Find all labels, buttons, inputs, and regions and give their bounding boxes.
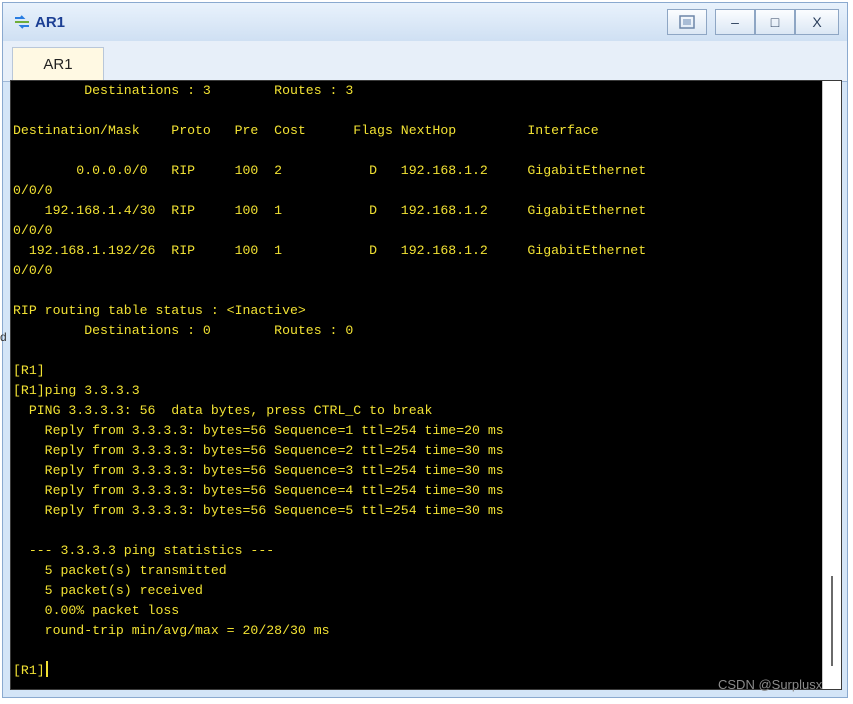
terminal-line: round-trip min/avg/max = 20/28/30 ms	[13, 623, 330, 638]
terminal-line: 0/0/0	[13, 183, 53, 198]
watermark: CSDN @Surplusx	[718, 677, 823, 692]
router-app-icon	[15, 15, 29, 29]
terminal-line: Reply from 3.3.3.3: bytes=56 Sequence=1 …	[13, 423, 504, 438]
scrollbar-thumb[interactable]	[831, 576, 833, 666]
vertical-scrollbar[interactable]	[822, 81, 841, 689]
terminal-line: Reply from 3.3.3.3: bytes=56 Sequence=2 …	[13, 443, 504, 458]
terminal-line: 192.168.1.192/26 RIP 100 1 D 192.168.1.2…	[13, 243, 647, 258]
background-text-fragment: d	[0, 330, 6, 344]
terminal-prompt-line: [R1]	[13, 661, 48, 681]
restore-window-icon	[679, 15, 695, 29]
minimize-icon: –	[731, 14, 739, 30]
maximize-icon: □	[770, 14, 780, 30]
terminal-line: [R1]ping 3.3.3.3	[13, 383, 140, 398]
title-bar[interactable]: AR1 – □ X	[3, 3, 847, 41]
terminal-line: RIP routing table status : <Inactive>	[13, 303, 306, 318]
terminal-line: 0/0/0	[13, 263, 53, 278]
terminal-prompt: [R1]	[13, 663, 45, 678]
terminal-line: 5 packet(s) received	[13, 583, 203, 598]
terminal-line: Reply from 3.3.3.3: bytes=56 Sequence=4 …	[13, 483, 504, 498]
tab-ar1[interactable]: AR1	[12, 47, 104, 81]
terminal-line: Reply from 3.3.3.3: bytes=56 Sequence=5 …	[13, 503, 504, 518]
tab-strip: AR1	[3, 41, 847, 82]
close-icon: X	[812, 14, 822, 30]
terminal-line: Destination/Mask Proto Pre Cost Flags Ne…	[13, 123, 599, 138]
window-title: AR1	[35, 14, 66, 31]
terminal-line: Destinations : 3 Routes : 3	[13, 83, 354, 98]
terminal-line: 5 packet(s) transmitted	[13, 563, 227, 578]
terminal-console[interactable]: Destinations : 3 Routes : 3 Destination/…	[10, 80, 842, 690]
terminal-line: 0/0/0	[13, 223, 53, 238]
terminal-line: 0.00% packet loss	[13, 603, 180, 618]
terminal-line: Destinations : 0 Routes : 0	[13, 323, 354, 338]
restore-window-button[interactable]	[667, 9, 707, 35]
terminal-line: [R1]	[13, 363, 45, 378]
terminal-line: PING 3.3.3.3: 56 data bytes, press CTRL_…	[13, 403, 433, 418]
terminal-line: --- 3.3.3.3 ping statistics ---	[13, 543, 275, 558]
maximize-button[interactable]: □	[755, 9, 795, 35]
text-cursor	[45, 661, 48, 677]
minimize-button[interactable]: –	[715, 9, 755, 35]
terminal-line: Reply from 3.3.3.3: bytes=56 Sequence=3 …	[13, 463, 504, 478]
close-button[interactable]: X	[795, 9, 839, 35]
terminal-line: 192.168.1.4/30 RIP 100 1 D 192.168.1.2 G…	[13, 203, 647, 218]
terminal-line: 0.0.0.0/0 RIP 100 2 D 192.168.1.2 Gigabi…	[13, 163, 647, 178]
